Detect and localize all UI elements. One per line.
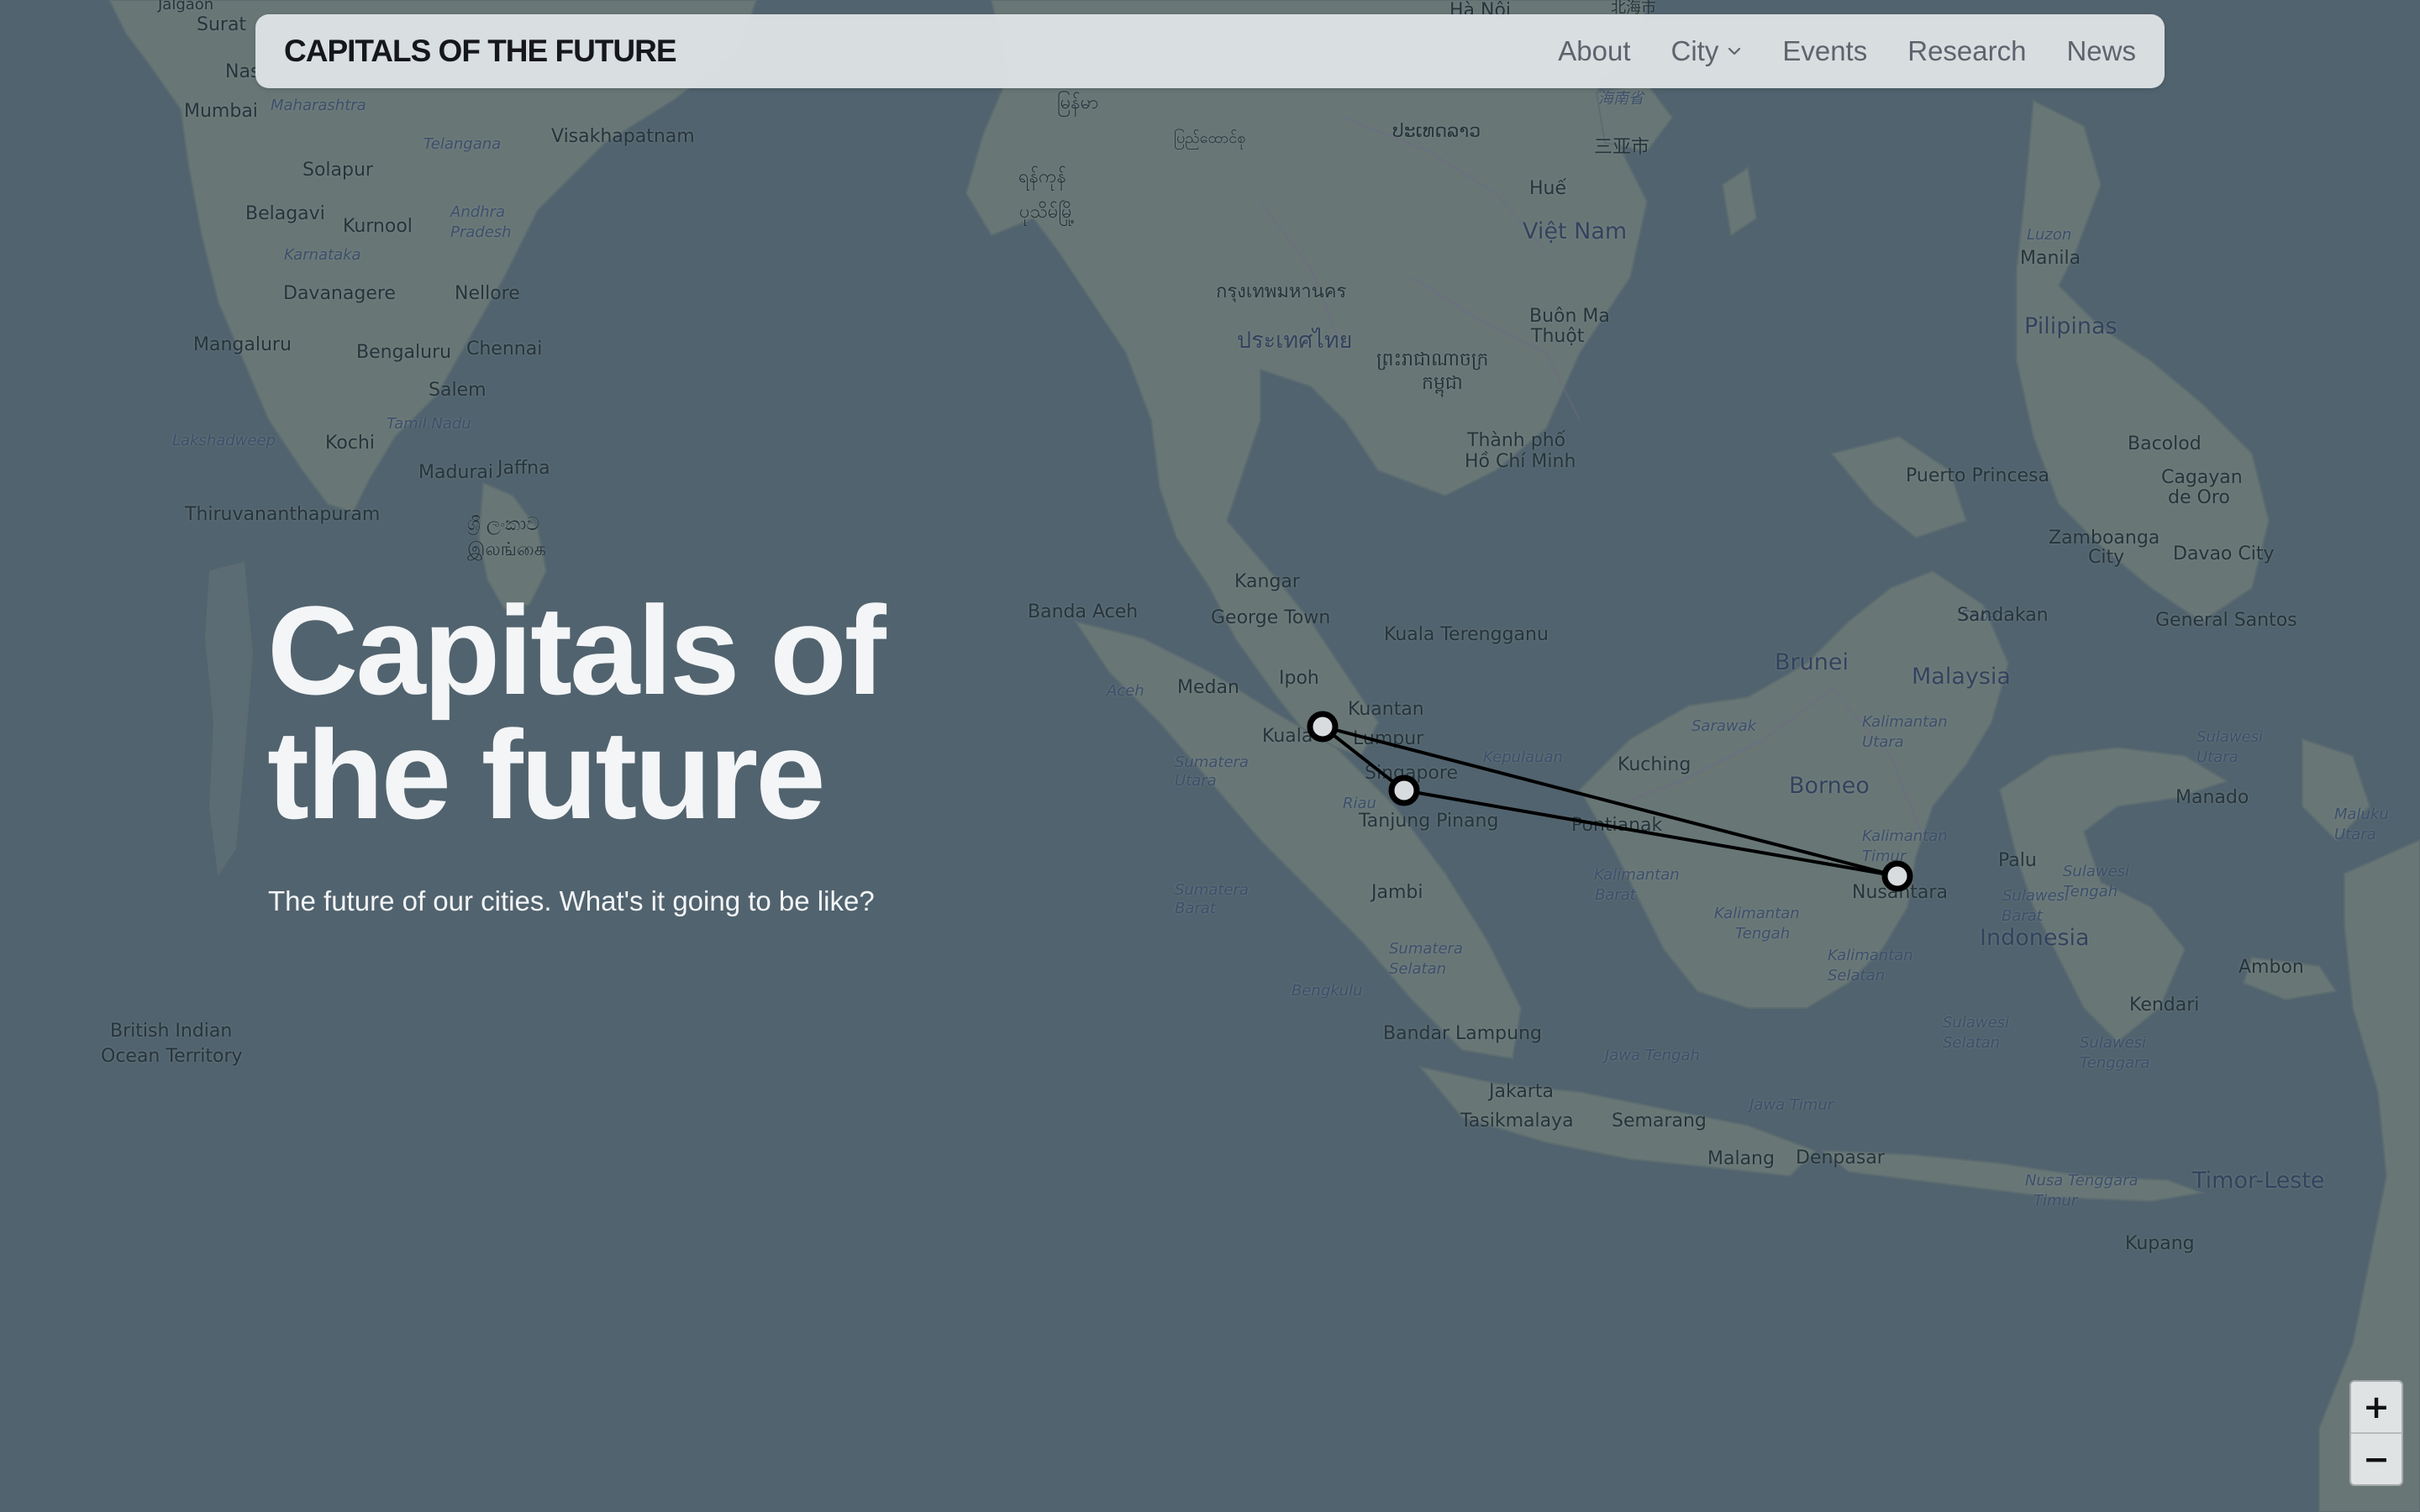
zoom-control: + − bbox=[2349, 1380, 2403, 1486]
route-segment bbox=[1403, 789, 1898, 878]
navbar: CAPITALS OF THE FUTURE About City Events… bbox=[255, 14, 2165, 88]
hero-subtitle: The future of our cities. What's it goin… bbox=[268, 885, 875, 916]
hero-title-line2: the future bbox=[267, 704, 826, 845]
marker-singapore[interactable] bbox=[1388, 774, 1420, 806]
nav-events-label: Events bbox=[1782, 35, 1868, 66]
nav-research[interactable]: Research bbox=[1907, 35, 2026, 67]
nav-news-label: News bbox=[2066, 35, 2136, 66]
hero-title-line1: Capitals of bbox=[267, 580, 886, 721]
chevron-down-icon bbox=[1728, 47, 1741, 55]
hero-title: Capitals of the future bbox=[267, 587, 886, 837]
nav-news[interactable]: News bbox=[2066, 35, 2136, 67]
nav-city-label: City bbox=[1670, 35, 1719, 66]
nav-about[interactable]: About bbox=[1558, 35, 1630, 67]
nav-city-dropdown[interactable]: City bbox=[1671, 35, 1743, 67]
zoom-out-button[interactable]: − bbox=[2351, 1432, 2402, 1484]
brand-logo[interactable]: CAPITALS OF THE FUTURE bbox=[284, 14, 677, 88]
marker-kuala-lumpur[interactable] bbox=[1307, 711, 1339, 743]
nav-events[interactable]: Events bbox=[1782, 35, 1867, 67]
zoom-in-button[interactable]: + bbox=[2351, 1382, 2402, 1432]
nav-research-label: Research bbox=[1907, 35, 2027, 66]
marker-nusantara[interactable] bbox=[1881, 860, 1913, 892]
nav-about-label: About bbox=[1558, 35, 1631, 66]
nav-menu: About City Events Research News bbox=[1558, 14, 2136, 88]
